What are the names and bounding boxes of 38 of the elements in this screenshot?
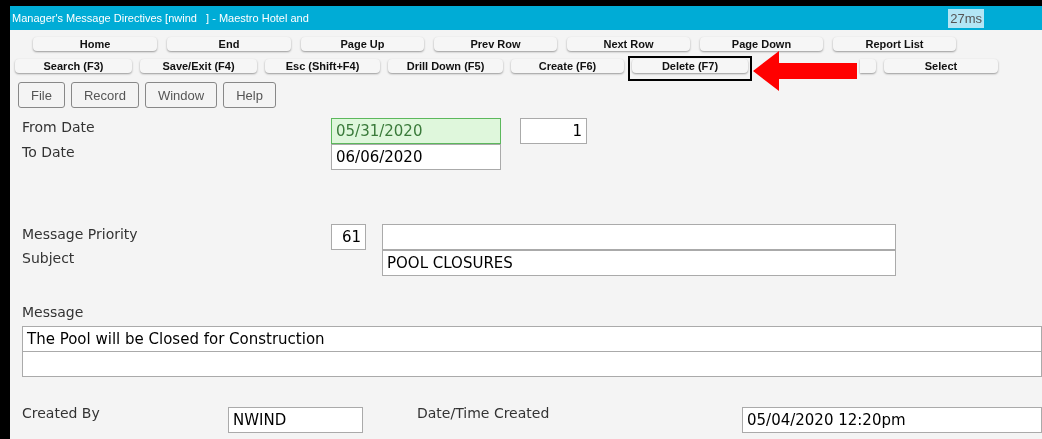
action-button[interactable]: Select (884, 59, 998, 73)
field-label: Date/Time Created (416, 405, 551, 421)
field-label: From Date (21, 119, 96, 135)
date-created-field[interactable]: 05/04/2020 12:20pm (742, 407, 1042, 433)
nav-button[interactable]: End (167, 37, 291, 51)
action-button[interactable]: Save/Exit (F4) (140, 59, 257, 73)
menu-button[interactable]: Record (70, 82, 139, 108)
subject-field[interactable]: POOL CLOSURES (382, 250, 896, 276)
action-button[interactable]: Search (F3) (15, 59, 132, 73)
created-by-field[interactable]: NWIND (228, 407, 363, 433)
priority-field[interactable]: 61 (331, 224, 366, 250)
window-title: Manager's Message Directives [nwind ] - Maestro Hotel and (12, 12, 309, 24)
menu-button[interactable]: Help (223, 82, 276, 108)
menu-button[interactable]: Window (144, 82, 218, 108)
field-label: Message Priority (21, 226, 139, 242)
arrow-icon (753, 51, 857, 91)
nav-button[interactable]: Page Up (301, 37, 424, 51)
field-label: To Date (21, 144, 76, 160)
nav-button[interactable]: Report List (833, 37, 956, 51)
timing-label: 27ms (948, 8, 984, 28)
action-button[interactable]: Esc (Shift+F4) (265, 59, 380, 73)
nav-button[interactable]: Home (33, 37, 157, 51)
field-label: Subject (21, 250, 76, 266)
message-field[interactable]: The Pool will be Closed for Construction (22, 326, 1042, 352)
action-button[interactable]: Drill Down (F5) (388, 59, 503, 73)
action-button[interactable]: Create (F6) (511, 59, 624, 73)
field-label: Created By (21, 405, 101, 421)
field-label: Message (21, 304, 85, 320)
count-field[interactable]: 1 (520, 118, 587, 144)
priority-description-field[interactable] (382, 224, 896, 250)
to-date-field[interactable]: 06/06/2020 (331, 144, 501, 170)
from-date-field[interactable]: 05/31/2020 (331, 118, 501, 144)
action-button[interactable]: Delete (F7) (632, 59, 748, 73)
menu-button[interactable]: File (18, 82, 65, 108)
nav-button[interactable]: Page Down (700, 37, 823, 51)
nav-button[interactable]: Next Row (567, 37, 690, 51)
nav-button[interactable]: Prev Row (434, 37, 557, 51)
message-field[interactable] (22, 351, 1042, 377)
